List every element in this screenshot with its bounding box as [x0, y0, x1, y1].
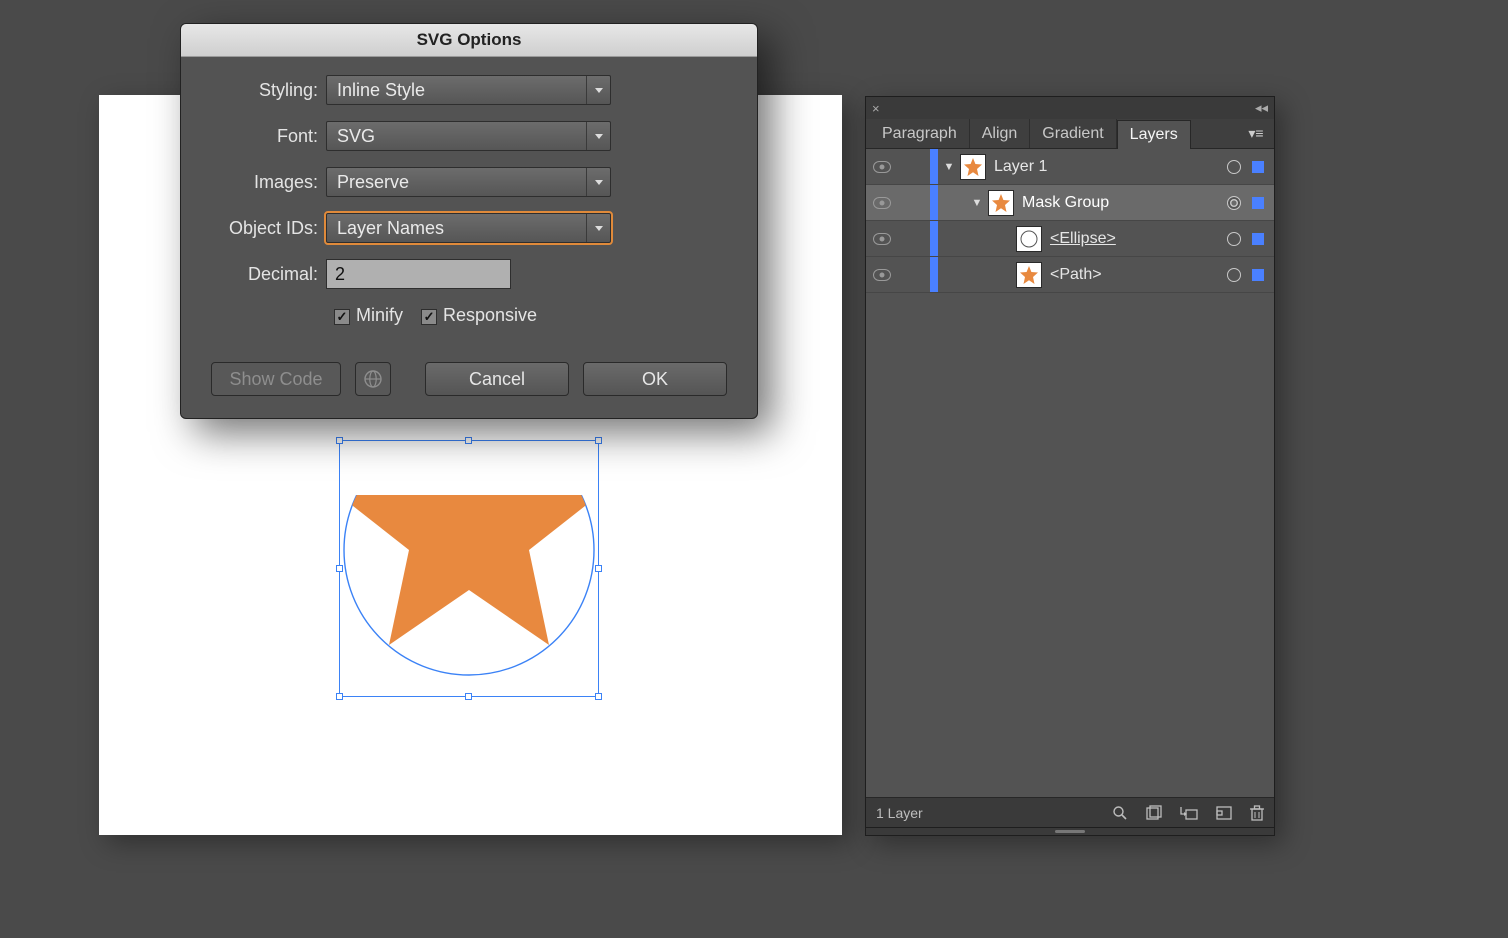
new-layer-icon[interactable]: [1216, 806, 1232, 820]
selection-color-swatch[interactable]: [1252, 269, 1264, 281]
cancel-button[interactable]: Cancel: [425, 362, 569, 396]
selection-bounding-box[interactable]: [339, 440, 599, 697]
layer-name[interactable]: Mask Group: [1022, 194, 1222, 212]
chevron-down-icon: [586, 168, 610, 196]
disclosure-triangle[interactable]: ▼: [938, 161, 960, 173]
panel-tabs: Paragraph Align Gradient Layers ▾≡: [866, 119, 1274, 149]
layer-color-edge: [930, 185, 938, 220]
layer-row[interactable]: <Ellipse>: [866, 221, 1274, 257]
new-sublayer-icon[interactable]: [1180, 806, 1198, 820]
resize-grip[interactable]: [866, 827, 1274, 835]
eye-icon: [873, 269, 891, 281]
preview-globe-button[interactable]: [355, 362, 391, 396]
object-ids-dropdown[interactable]: Layer Names: [326, 213, 611, 243]
layer-count: 1 Layer: [876, 805, 923, 821]
visibility-toggle[interactable]: [866, 197, 898, 209]
images-value: Preserve: [337, 172, 409, 193]
chevron-down-icon: [586, 214, 610, 242]
close-icon[interactable]: ×: [872, 101, 880, 116]
font-dropdown[interactable]: SVG: [326, 121, 611, 151]
layer-name[interactable]: <Ellipse>: [1050, 230, 1222, 248]
styling-dropdown[interactable]: Inline Style: [326, 75, 611, 105]
object-ids-label: Object IDs:: [211, 218, 326, 239]
minify-label: Minify: [356, 305, 403, 325]
layer-name[interactable]: Layer 1: [994, 158, 1222, 176]
tab-align[interactable]: Align: [970, 119, 1031, 148]
responsive-label: Responsive: [443, 305, 537, 325]
disclosure-triangle[interactable]: ▼: [966, 197, 988, 209]
selection-color-swatch[interactable]: [1252, 161, 1264, 173]
styling-label: Styling:: [211, 80, 326, 101]
selection-color-swatch[interactable]: [1252, 197, 1264, 209]
ok-button[interactable]: OK: [583, 362, 727, 396]
layer-row[interactable]: ▼ Layer 1: [866, 149, 1274, 185]
make-clipping-mask-icon[interactable]: [1146, 805, 1162, 821]
svg-options-dialog: SVG Options Styling: Inline Style Font: …: [180, 23, 758, 419]
images-dropdown[interactable]: Preserve: [326, 167, 611, 197]
images-label: Images:: [211, 172, 326, 193]
show-code-button[interactable]: Show Code: [211, 362, 341, 396]
tab-paragraph[interactable]: Paragraph: [870, 119, 970, 148]
layer-color-edge: [930, 149, 938, 184]
selection-color-swatch[interactable]: [1252, 233, 1264, 245]
target-icon[interactable]: [1222, 232, 1246, 246]
eye-icon: [873, 197, 891, 209]
chevron-down-icon: [586, 122, 610, 150]
layers-panel: × ◂◂ Paragraph Align Gradient Layers ▾≡ …: [865, 96, 1275, 836]
layer-thumbnail: [988, 190, 1014, 216]
responsive-checkbox[interactable]: ✓Responsive: [421, 305, 537, 326]
minify-checkbox[interactable]: ✓Minify: [334, 305, 403, 326]
font-value: SVG: [337, 126, 375, 147]
decimal-value: 2: [335, 264, 345, 285]
layer-row[interactable]: <Path>: [866, 257, 1274, 293]
layer-color-edge: [930, 221, 938, 256]
eye-icon: [873, 233, 891, 245]
target-icon[interactable]: [1222, 268, 1246, 282]
layer-thumbnail: [1016, 262, 1042, 288]
font-label: Font:: [211, 126, 326, 147]
styling-value: Inline Style: [337, 80, 425, 101]
target-icon[interactable]: [1222, 160, 1246, 174]
tab-gradient[interactable]: Gradient: [1030, 119, 1116, 148]
dialog-title: SVG Options: [181, 24, 757, 57]
search-icon[interactable]: [1112, 805, 1128, 821]
globe-icon: [363, 369, 383, 389]
visibility-toggle[interactable]: [866, 233, 898, 245]
target-icon[interactable]: [1222, 196, 1246, 210]
eye-icon: [873, 161, 891, 173]
collapse-icon[interactable]: ◂◂: [1255, 100, 1268, 116]
object-ids-value: Layer Names: [337, 218, 444, 239]
trash-icon[interactable]: [1250, 805, 1264, 821]
layer-thumbnail: [960, 154, 986, 180]
chevron-down-icon: [586, 76, 610, 104]
layer-thumbnail: [1016, 226, 1042, 252]
layer-row[interactable]: ▼ Mask Group: [866, 185, 1274, 221]
visibility-toggle[interactable]: [866, 269, 898, 281]
decimal-input[interactable]: 2: [326, 259, 511, 289]
layer-color-edge: [930, 257, 938, 292]
visibility-toggle[interactable]: [866, 161, 898, 173]
layer-name[interactable]: <Path>: [1050, 266, 1222, 284]
decimal-label: Decimal:: [211, 264, 326, 285]
tab-layers[interactable]: Layers: [1117, 120, 1191, 149]
panel-menu-button[interactable]: ▾≡: [1242, 119, 1270, 148]
